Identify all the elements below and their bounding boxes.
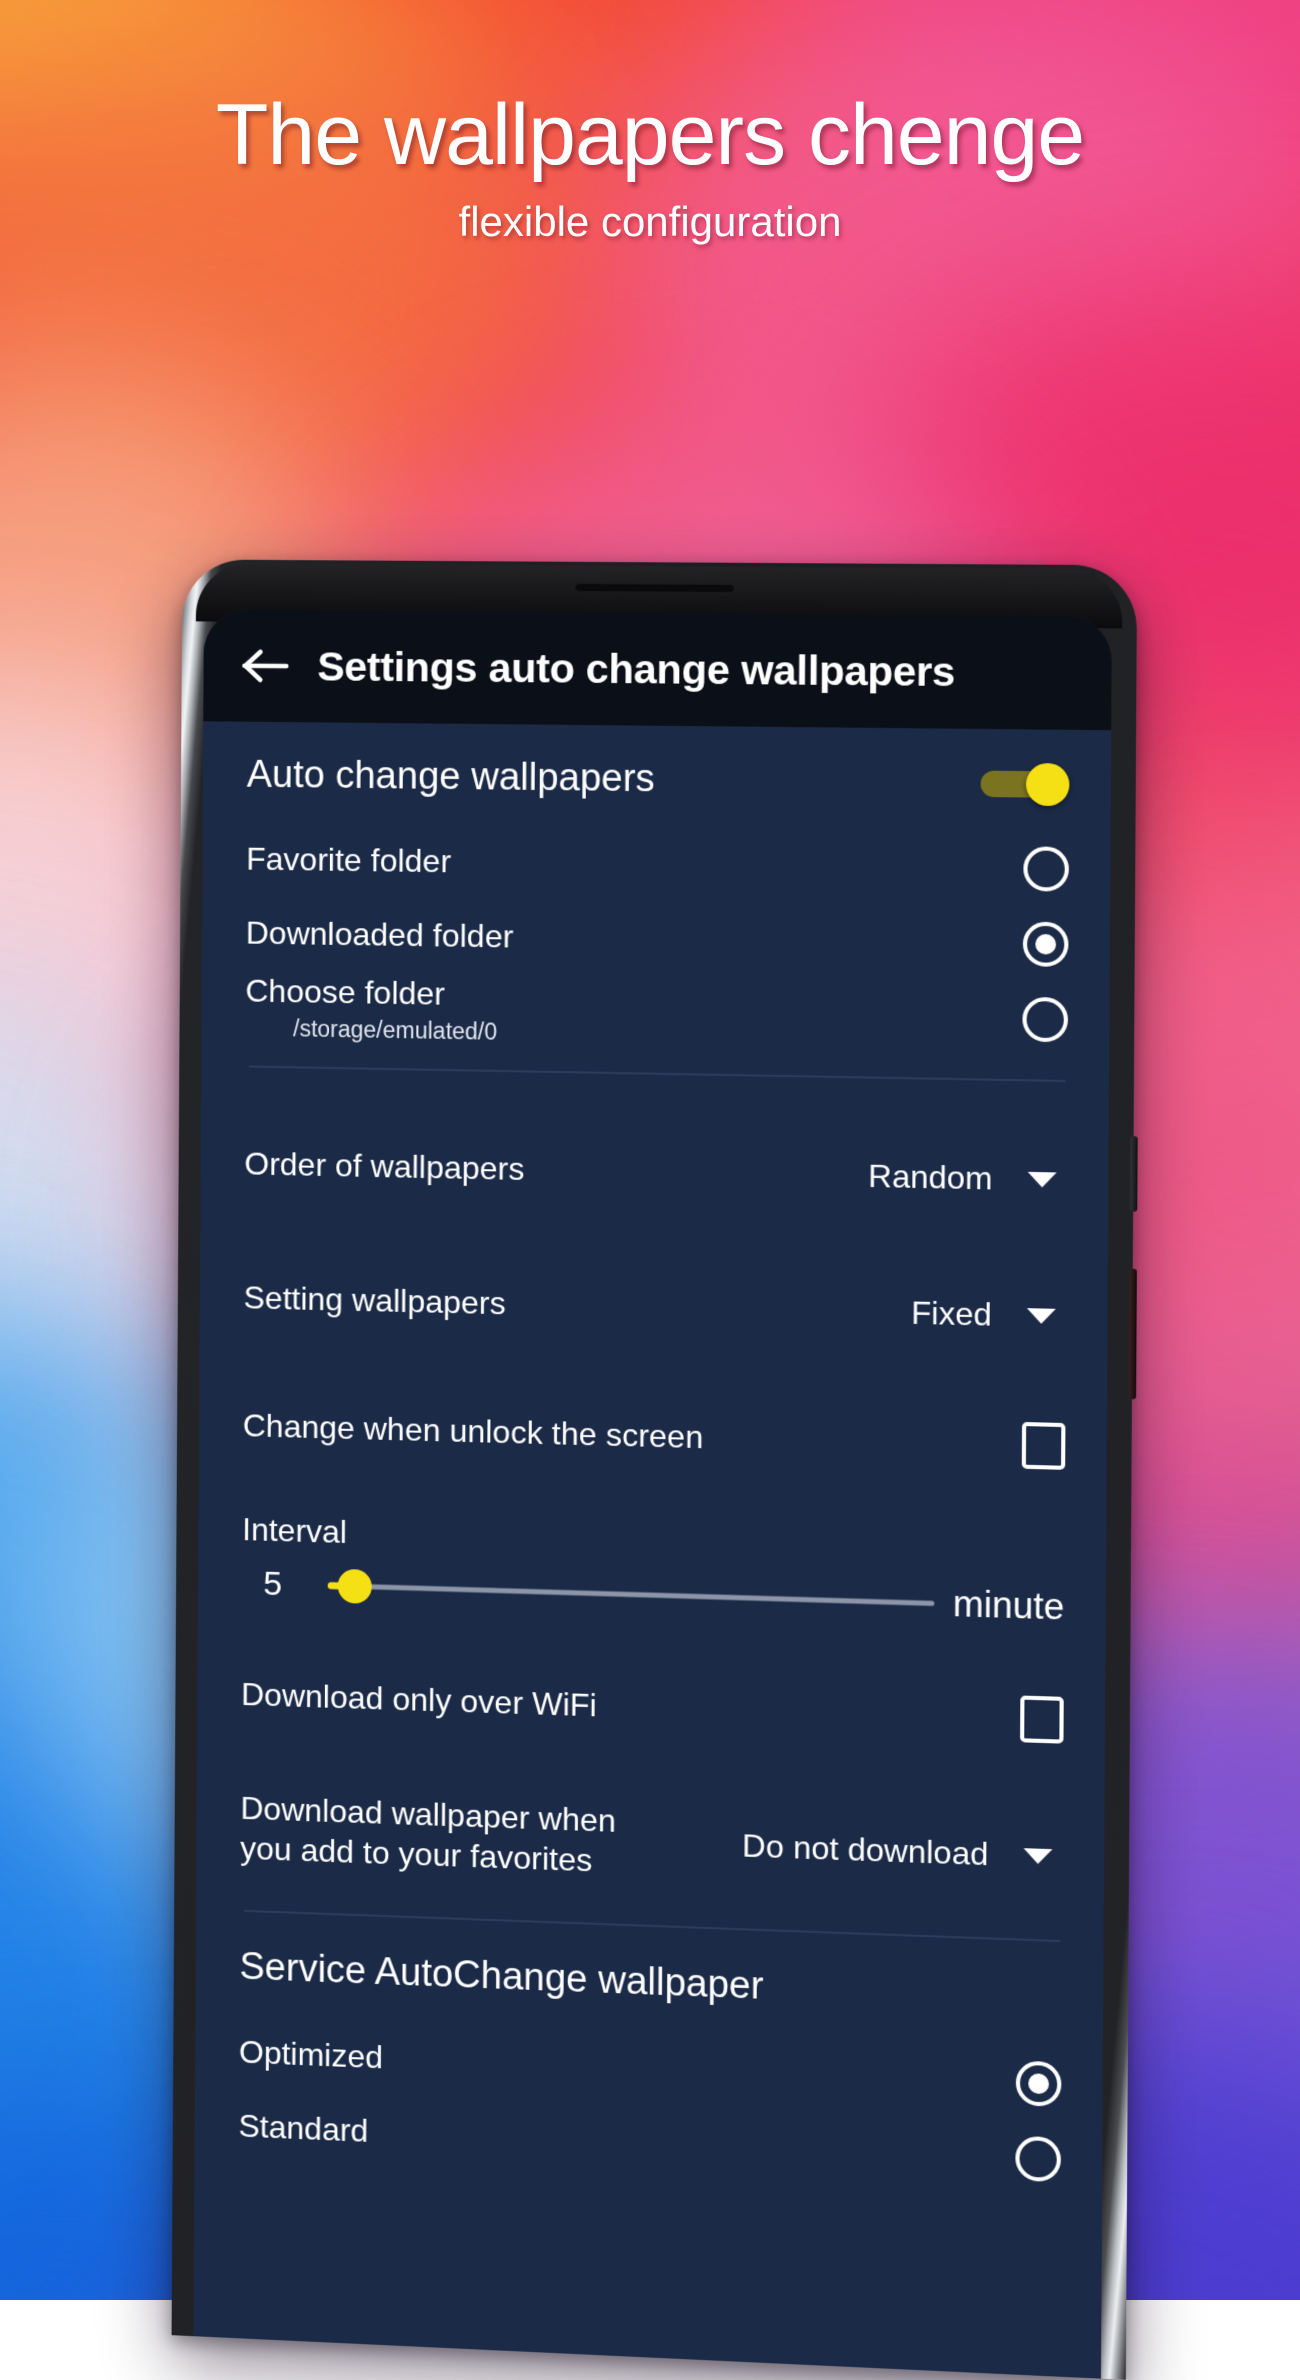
earpiece-speaker-icon [575, 583, 733, 592]
chevron-down-icon[interactable] [1023, 1848, 1052, 1864]
choose-folder-path: /storage/emulated/0 [245, 1015, 497, 1046]
interval-label: Interval [242, 1511, 1065, 1572]
downloaded-folder-radio[interactable] [1023, 922, 1069, 967]
chevron-down-icon[interactable] [1027, 1308, 1056, 1324]
phone-mockup: Settings auto change wallpapers Auto cha… [172, 559, 1138, 2379]
interval-value: 5 [242, 1564, 304, 1605]
promo-subhead: flexible configuration [0, 198, 1300, 246]
setting-wallpapers-label: Setting wallpapers [243, 1278, 505, 1323]
promo-text-block: The wallpapers chenge flexible configura… [0, 90, 1300, 246]
chevron-down-icon[interactable] [1028, 1172, 1057, 1188]
favorite-folder-radio[interactable] [1023, 847, 1069, 892]
auto-change-toggle[interactable] [980, 763, 1069, 805]
arrow-left-icon[interactable] [239, 640, 291, 692]
order-of-wallpapers-label: Order of wallpapers [244, 1144, 524, 1189]
volume-button[interactable] [1130, 1136, 1138, 1212]
wifi-only-label: Download only over WiFi [241, 1675, 597, 1726]
order-of-wallpapers-value: Random [868, 1157, 993, 1197]
promo-headline: The wallpapers chenge [0, 90, 1300, 180]
page-title: Settings auto change wallpapers [317, 643, 955, 696]
choose-folder-label: Choose folder [245, 972, 497, 1015]
setting-row-favorite-folder[interactable]: Favorite folder [202, 821, 1110, 907]
setting-row-auto-change[interactable]: Auto change wallpapers [203, 721, 1112, 832]
auto-change-label: Auto change wallpapers [247, 752, 655, 803]
wifi-only-checkbox[interactable] [1020, 1696, 1064, 1744]
service-optimized-radio[interactable] [1016, 2061, 1062, 2108]
slider-thumb[interactable] [338, 1569, 372, 1604]
download-on-favorite-label: Download wallpaper when you add to your … [240, 1788, 623, 1882]
slider-track [328, 1583, 935, 1606]
service-optimized-label: Optimized [239, 2032, 383, 2077]
setting-wallpapers-value: Fixed [911, 1294, 992, 1333]
download-on-favorite-value: Do not download [742, 1827, 988, 1873]
service-standard-label: Standard [238, 2106, 368, 2150]
settings-list: Auto change wallpapers Favorite folder D… [193, 721, 1111, 2378]
setting-row-downloaded-folder[interactable]: Downloaded folder [202, 895, 1110, 983]
toggle-knob [1026, 763, 1070, 806]
setting-row-choose-folder[interactable]: Choose folder /storage/emulated/0 [201, 969, 1109, 1058]
setting-row-order-of-wallpapers[interactable]: Order of wallpapers Random [200, 1109, 1108, 1236]
favorite-folder-label: Favorite folder [246, 839, 451, 881]
app-bar: Settings auto change wallpapers [203, 609, 1112, 730]
power-button[interactable] [1129, 1269, 1137, 1400]
downloaded-folder-label: Downloaded folder [246, 913, 514, 956]
change-on-unlock-checkbox[interactable] [1022, 1422, 1066, 1470]
service-standard-radio[interactable] [1015, 2136, 1061, 2183]
choose-folder-radio[interactable] [1022, 997, 1068, 1043]
interval-unit: minute [953, 1583, 1065, 1629]
change-on-unlock-label: Change when unlock the screen [243, 1406, 704, 1457]
phone-screen: Settings auto change wallpapers Auto cha… [193, 609, 1111, 2378]
